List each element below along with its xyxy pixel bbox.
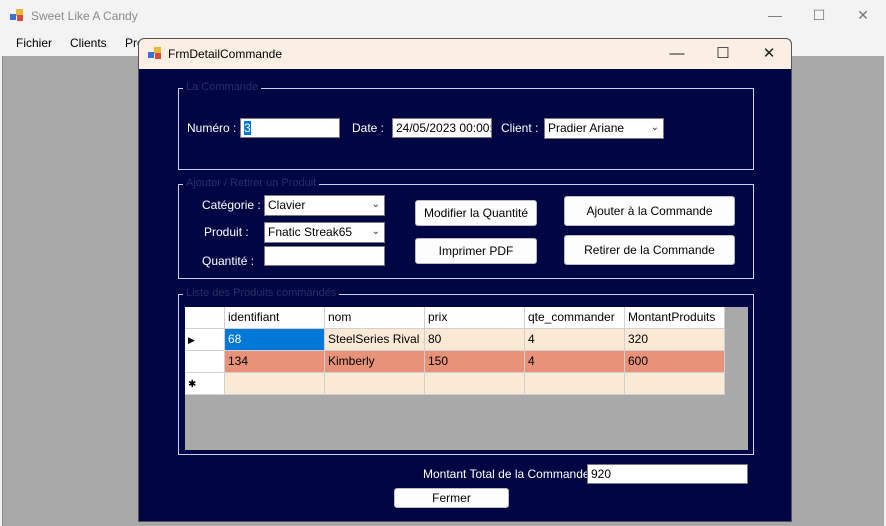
- date-label: Date :: [352, 121, 385, 135]
- child-title: FrmDetailCommande: [168, 47, 283, 61]
- produit-group-legend: Ajouter / Retirer un Produit: [183, 177, 320, 189]
- child-minimize-button[interactable]: —: [654, 39, 700, 69]
- chevron-down-icon: ⌄: [650, 122, 659, 133]
- new-row-cell[interactable]: [425, 373, 525, 395]
- commande-group-legend: La Commande: [183, 81, 262, 93]
- column-header-identifiant[interactable]: identifiant: [225, 307, 325, 329]
- fermer-button[interactable]: Fermer: [394, 488, 509, 508]
- form-icon: [148, 47, 162, 60]
- menu-fichier[interactable]: Fichier: [16, 36, 52, 50]
- date-input[interactable]: 24/05/2023 00:00:0: [392, 118, 492, 138]
- numero-label: Numéro :: [187, 121, 237, 135]
- new-row-cell[interactable]: [225, 373, 325, 395]
- row-header[interactable]: ▶: [185, 329, 225, 351]
- quantite-input[interactable]: [264, 246, 385, 266]
- menu-clients[interactable]: Clients: [70, 36, 107, 50]
- grid-corner: [185, 307, 225, 329]
- table-cell[interactable]: 4: [525, 329, 625, 351]
- modifier-quantite-button[interactable]: Modifier la Quantité: [415, 200, 537, 226]
- column-header-montant-produits[interactable]: MontantProduits: [625, 307, 725, 329]
- table-cell[interactable]: 134: [225, 351, 325, 373]
- chevron-down-icon: ⌄: [371, 226, 380, 237]
- close-button[interactable]: ✕: [840, 0, 886, 32]
- categorie-combo[interactable]: Clavier ⌄: [264, 195, 385, 216]
- child-maximize-button[interactable]: ☐: [700, 39, 746, 69]
- maximize-button[interactable]: ☐: [796, 0, 842, 32]
- grid-group-legend: Liste des Produits commandés: [183, 287, 340, 299]
- imprimer-pdf-button[interactable]: Imprimer PDF: [415, 238, 537, 264]
- table-cell[interactable]: 150: [425, 351, 525, 373]
- new-row-cell[interactable]: [325, 373, 425, 395]
- client-label: Client :: [501, 121, 539, 135]
- new-row-asterisk-icon: ✱: [188, 379, 197, 390]
- minimize-button[interactable]: —: [752, 0, 798, 32]
- total-label: Montant Total de la Commande :: [423, 467, 597, 481]
- chevron-down-icon: ⌄: [371, 199, 380, 210]
- frm-detail-commande-window: FrmDetailCommande — ☐ ✕ La Commande Numé…: [138, 38, 792, 522]
- table-cell[interactable]: 80: [425, 329, 525, 351]
- numero-input[interactable]: 3: [240, 118, 340, 138]
- table-cell[interactable]: SteelSeries Rival ...: [325, 329, 425, 351]
- produit-label: Produit :: [204, 225, 249, 239]
- ajouter-commande-button[interactable]: Ajouter à la Commande: [564, 196, 735, 226]
- column-header-nom[interactable]: nom: [325, 307, 425, 329]
- column-header-qte-commander[interactable]: qte_commander: [525, 307, 625, 329]
- table-cell[interactable]: Kimberly: [325, 351, 425, 373]
- row-header[interactable]: [185, 351, 225, 373]
- total-input[interactable]: 920: [587, 464, 748, 484]
- table-cell[interactable]: 4: [525, 351, 625, 373]
- quantite-label: Quantité :: [202, 254, 255, 268]
- new-row-cell[interactable]: [525, 373, 625, 395]
- app-title-bar: Sweet Like A Candy — ☐ ✕: [0, 0, 886, 32]
- app-title: Sweet Like A Candy: [31, 9, 138, 23]
- child-title-bar: FrmDetailCommande — ☐ ✕: [139, 39, 791, 69]
- table-cell[interactable]: 68: [225, 329, 325, 351]
- produit-combo[interactable]: Fnatic Streak65 ⌄: [264, 222, 385, 243]
- column-header-prix[interactable]: prix: [425, 307, 525, 329]
- table-cell[interactable]: 600: [625, 351, 725, 373]
- retirer-commande-button[interactable]: Retirer de la Commande: [564, 235, 735, 265]
- client-combo[interactable]: Pradier Ariane ⌄: [544, 118, 664, 139]
- app-icon: [10, 9, 24, 22]
- new-row-cell[interactable]: [625, 373, 725, 395]
- new-row-header[interactable]: ✱: [185, 373, 225, 395]
- row-selected-arrow-icon: ▶: [188, 335, 195, 345]
- produits-datagrid[interactable]: identifiant nom prix qte_commander Monta…: [185, 307, 748, 450]
- child-close-button[interactable]: ✕: [746, 39, 791, 69]
- categorie-label: Catégorie :: [202, 198, 261, 212]
- table-cell[interactable]: 320: [625, 329, 725, 351]
